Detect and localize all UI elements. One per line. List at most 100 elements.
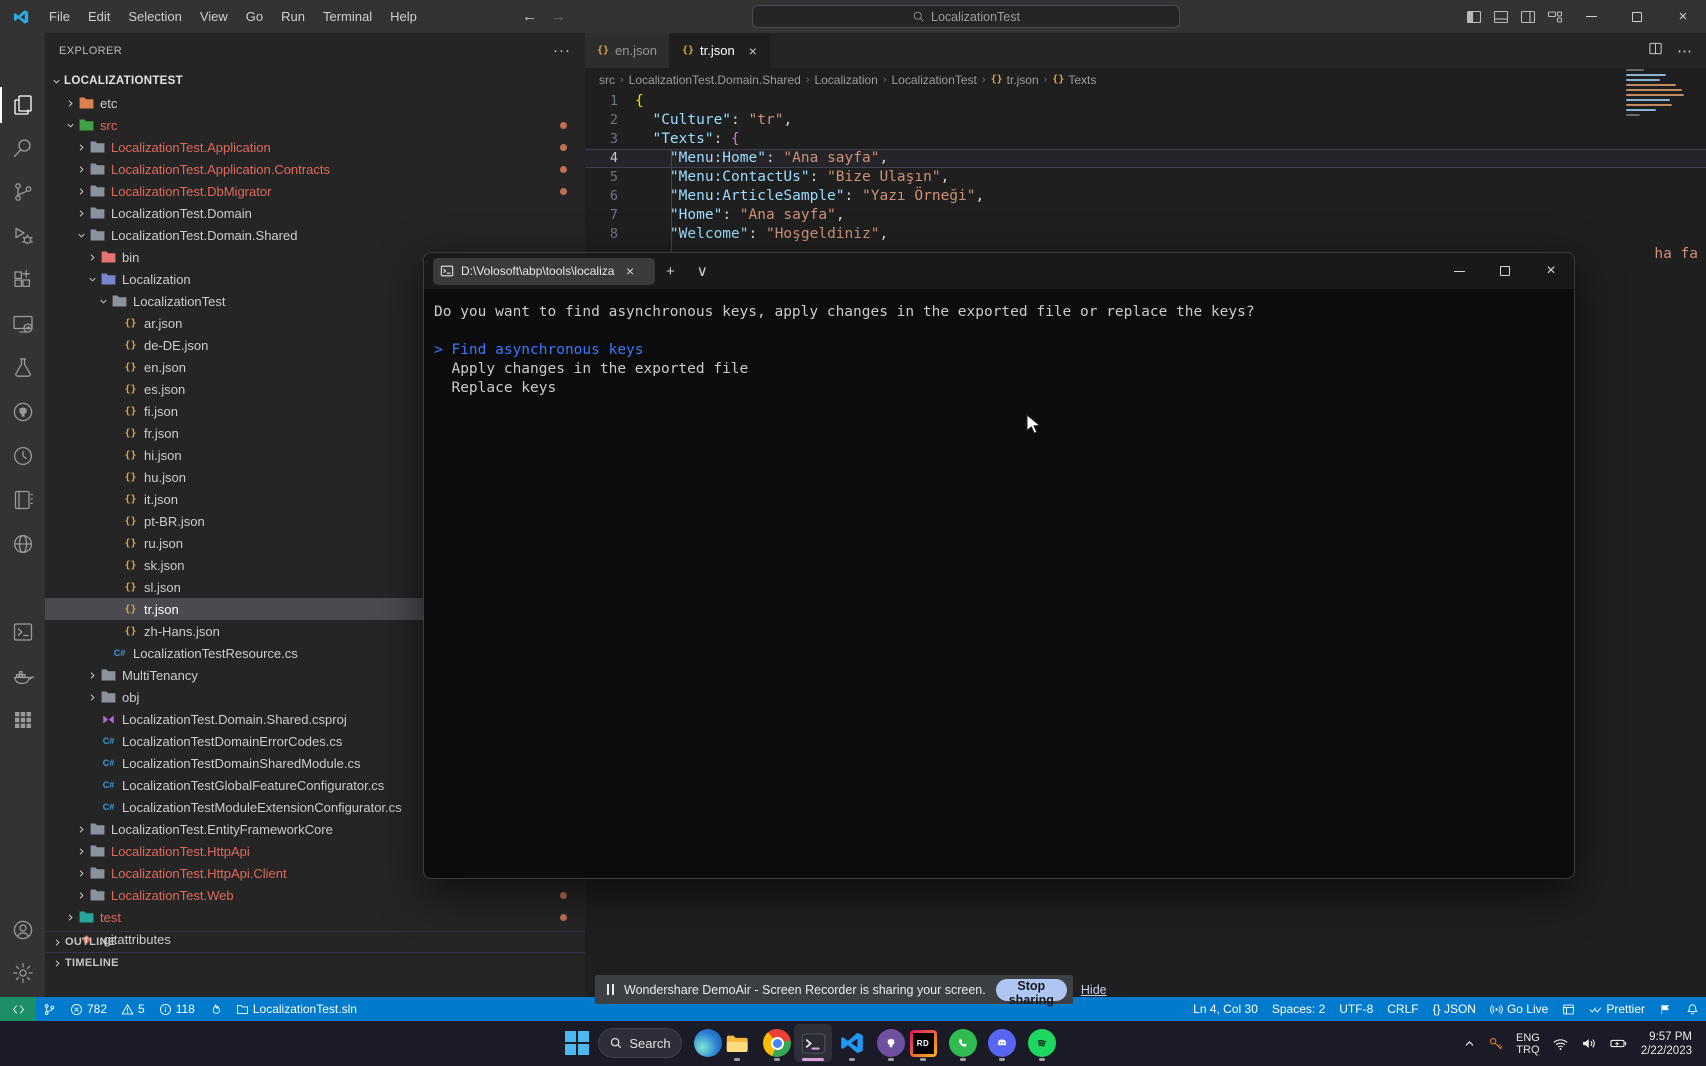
breadcrumb-item-Localization[interactable]: Localization [814, 73, 877, 87]
volume-icon[interactable] [1575, 1034, 1604, 1053]
grid-icon[interactable] [0, 700, 45, 740]
explorer-icon[interactable] [0, 85, 45, 125]
tree-root[interactable]: LOCALIZATIONTEST [45, 70, 585, 92]
taskbar-spotify-icon[interactable] [1023, 1024, 1061, 1062]
code-line-3[interactable]: 3 "Texts": { [585, 130, 1706, 149]
terminal-content[interactable]: Do you want to find asynchronous keys, a… [424, 289, 1574, 398]
code-line-5[interactable]: 5 "Menu:ContactUs": "Bize Ulaşın", [585, 168, 1706, 187]
taskbar-whatsapp-icon[interactable] [944, 1024, 982, 1062]
code-line-1[interactable]: 1{ [585, 92, 1706, 111]
terminal-option-1[interactable]: > Find asynchronous keys [434, 341, 1574, 360]
menu-item-selection[interactable]: Selection [119, 0, 190, 33]
start-button[interactable] [558, 1024, 596, 1062]
tree-item-test[interactable]: test [45, 906, 585, 928]
window-close-button[interactable]: × [1660, 0, 1706, 33]
taskbar-file-explorer-icon[interactable] [718, 1024, 756, 1062]
tree-item-etc[interactable]: etc [45, 92, 585, 114]
breadcrumb-item-tr.json[interactable]: {}tr.json [991, 73, 1039, 87]
flag-status[interactable] [1652, 997, 1679, 1021]
nav-forward-icon[interactable]: → [551, 8, 566, 25]
notifications-bell[interactable] [1679, 997, 1706, 1021]
cursor-position[interactable]: Ln 4, Col 30 [1186, 997, 1265, 1021]
code-line-4[interactable]: 4 "Menu:Home": "Ana sayfa", [585, 149, 1706, 168]
code-line-6[interactable]: 6 "Menu:ArticleSample": "Yazı Örneği", [585, 187, 1706, 206]
menu-item-help[interactable]: Help [381, 0, 426, 33]
eol[interactable]: CRLF [1380, 997, 1425, 1021]
menu-item-go[interactable]: Go [237, 0, 272, 33]
menu-item-file[interactable]: File [40, 0, 79, 33]
tree-item-LocalizationTest.Domain[interactable]: LocalizationTest.Domain [45, 202, 585, 224]
timeline-section[interactable]: TIMELINE [45, 952, 585, 973]
clock[interactable]: 9:57 PM 2/22/2023 [1633, 1030, 1706, 1058]
wifi-icon[interactable] [1546, 1034, 1575, 1053]
breadcrumb[interactable]: src›LocalizationTest.Domain.Shared›Local… [585, 68, 1706, 91]
tree-item-LocalizationTest.Domain.Shared[interactable]: LocalizationTest.Domain.Shared [45, 224, 585, 246]
terminal-maximize-button[interactable] [1482, 253, 1528, 289]
run-debug-icon[interactable] [0, 216, 45, 256]
terminal-minimize-button[interactable] [1436, 253, 1482, 289]
tray-key-icon[interactable] [1481, 1034, 1510, 1053]
remote-explorer-icon[interactable] [0, 304, 45, 344]
battery-icon[interactable] [1604, 1034, 1633, 1053]
tree-item-LocalizationTest.DbMigrator[interactable]: LocalizationTest.DbMigrator [45, 180, 585, 202]
tree-item-LocalizationTest.Application.Contracts[interactable]: LocalizationTest.Application.Contracts [45, 158, 585, 180]
terminal-option-2[interactable]: Apply changes in the exported file [434, 360, 1574, 379]
menu-item-run[interactable]: Run [272, 0, 314, 33]
hide-link[interactable]: Hide [1081, 983, 1107, 997]
taskbar-rider-icon[interactable]: RD [904, 1024, 942, 1062]
tab-close-icon[interactable]: × [749, 43, 757, 59]
more-actions-icon[interactable]: ⋯ [1677, 42, 1692, 60]
encoding[interactable]: UTF-8 [1332, 997, 1380, 1021]
prettier[interactable]: Prettier [1582, 997, 1652, 1021]
code-line-2[interactable]: 2 "Culture": "tr", [585, 111, 1706, 130]
taskbar-search[interactable]: Search [598, 1028, 682, 1058]
terminal-dropdown-icon[interactable]: ∨ [686, 262, 719, 280]
breadcrumb-item-LocalizationTest[interactable]: LocalizationTest [892, 73, 977, 87]
source-control-status[interactable] [36, 997, 63, 1021]
tray-chevron-up-icon[interactable] [1458, 1037, 1481, 1050]
extensions-icon[interactable] [0, 260, 45, 300]
window-restore-button[interactable] [1614, 0, 1660, 33]
terminal-titlebar[interactable]: D:\Volosoft\abp\tools\localiza × + ∨ × [424, 253, 1574, 289]
problems-warnings[interactable]: 5 [114, 997, 152, 1021]
tree-item-LocalizationTest.Application[interactable]: LocalizationTest.Application [45, 136, 585, 158]
code-area[interactable]: 1{2 "Culture": "tr",3 "Texts": {4 "Menu:… [585, 92, 1706, 244]
indentation[interactable]: Spaces: 2 [1265, 997, 1332, 1021]
minimap[interactable] [1626, 69, 1684, 119]
taskbar-windows-terminal-icon[interactable] [794, 1024, 832, 1062]
breadcrumb-item-LocalizationTest.Domain.Shared[interactable]: LocalizationTest.Domain.Shared [629, 73, 801, 87]
toggle-secondary-sidebar-icon[interactable] [1514, 0, 1541, 33]
search-icon[interactable] [0, 128, 45, 168]
menu-item-view[interactable]: View [191, 0, 237, 33]
outline-section[interactable]: OUTLINE [45, 931, 585, 952]
github-icon[interactable] [0, 392, 45, 432]
explorer-more-icon[interactable]: ··· [553, 42, 571, 59]
solution[interactable]: LocalizationTest.sln [229, 997, 364, 1021]
notebook-icon[interactable] [0, 480, 45, 520]
terminal-tab-close-icon[interactable]: × [626, 263, 634, 279]
docker-icon[interactable] [0, 656, 45, 696]
browser-preview[interactable] [1555, 997, 1582, 1021]
breadcrumb-item-src[interactable]: src [599, 73, 615, 87]
problems-errors[interactable]: 782 [63, 997, 114, 1021]
window-minimize-button[interactable] [1568, 0, 1614, 33]
source-control-icon[interactable] [0, 172, 45, 212]
toggle-panel-icon[interactable] [1487, 0, 1514, 33]
terminal-icon[interactable] [0, 612, 45, 652]
terminal-option-3[interactable]: Replace keys [434, 379, 1574, 398]
customize-layout-icon[interactable] [1541, 0, 1568, 33]
taskbar-vscode-icon[interactable] [833, 1024, 871, 1062]
globe-icon[interactable] [0, 524, 45, 564]
code-line-8[interactable]: 8 "Welcome": "Hoşgeldiniz", [585, 225, 1706, 244]
toggle-sidebar-icon[interactable] [1460, 0, 1487, 33]
tree-item-src[interactable]: src [45, 114, 585, 136]
problems-infos[interactable]: 118 [152, 997, 202, 1021]
language-mode[interactable]: {} JSON [1426, 997, 1483, 1021]
stop-sharing-button[interactable]: Stop sharing [996, 979, 1067, 1001]
menu-item-edit[interactable]: Edit [79, 0, 119, 33]
code-line-7[interactable]: 7 "Home": "Ana sayfa", [585, 206, 1706, 225]
tab-en.json[interactable]: {}en.json [585, 33, 670, 68]
remote-indicator[interactable] [0, 997, 36, 1021]
clock-icon[interactable] [0, 436, 45, 476]
language-indicator[interactable]: ENG TRQ [1510, 1032, 1546, 1056]
